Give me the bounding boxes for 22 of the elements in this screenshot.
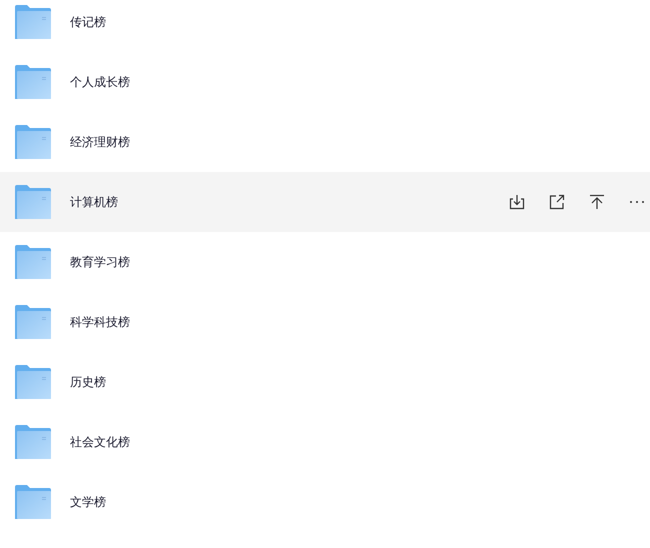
- folder-name: 传记榜: [70, 14, 107, 30]
- folder-name: 经济理财榜: [70, 134, 131, 150]
- folder-name: 文学榜: [70, 494, 107, 510]
- folder-icon: [15, 65, 51, 99]
- folder-icon: [15, 305, 51, 339]
- folder-name: 个人成长榜: [70, 74, 131, 90]
- folder-icon: [15, 365, 51, 399]
- download-icon[interactable]: [508, 193, 526, 211]
- folder-name: 科学科技榜: [70, 314, 131, 330]
- folder-row[interactable]: 计算机榜: [0, 172, 650, 232]
- share-icon[interactable]: [548, 193, 566, 211]
- folder-icon: [15, 485, 51, 519]
- folder-icon: [15, 5, 51, 39]
- folder-icon: [15, 185, 51, 219]
- folder-icon: [15, 125, 51, 159]
- folder-name: 社会文化榜: [70, 434, 131, 450]
- folder-name: 历史榜: [70, 374, 107, 390]
- pin-top-icon[interactable]: [588, 193, 606, 211]
- folder-name: 教育学习榜: [70, 254, 131, 270]
- folder-icon: [15, 245, 51, 279]
- folder-name: 计算机榜: [70, 194, 119, 210]
- folder-icon: [15, 425, 51, 459]
